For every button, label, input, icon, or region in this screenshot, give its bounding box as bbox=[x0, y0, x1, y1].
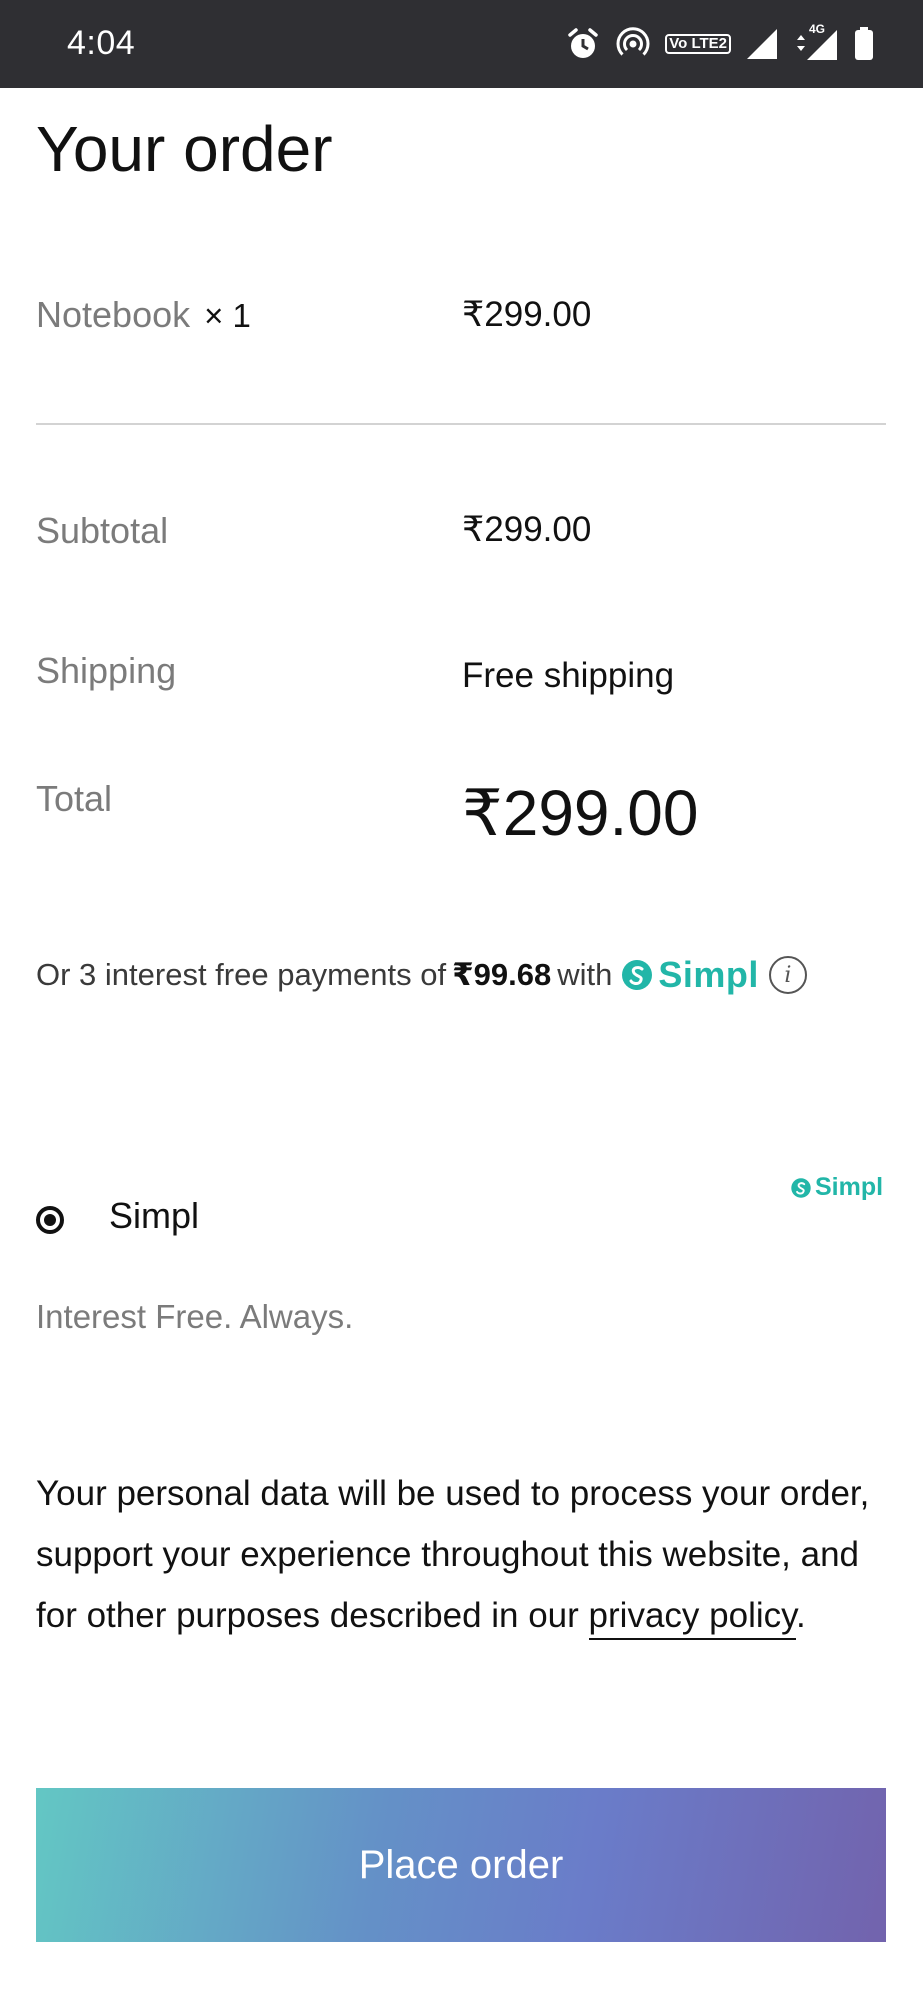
line-item: Notebook × 1 bbox=[36, 294, 251, 336]
page-title: Your order bbox=[36, 113, 333, 185]
signal-icon bbox=[745, 27, 779, 61]
shipping-label: Shipping bbox=[36, 650, 177, 691]
installment-suffix: with bbox=[557, 957, 613, 992]
subtotal-label: Subtotal bbox=[36, 510, 169, 551]
privacy-notice: Your personal data will be used to proce… bbox=[36, 1463, 886, 1646]
subtotal-value: ₹299.00 bbox=[462, 510, 592, 549]
payment-radio-simpl[interactable] bbox=[36, 1206, 64, 1234]
total-value: ₹299.00 bbox=[462, 777, 699, 849]
data-4g-icon: 4G bbox=[793, 22, 839, 62]
installment-offer: Or 3 interest free payments of ₹99.68 wi… bbox=[36, 954, 807, 996]
privacy-policy-link[interactable]: privacy policy bbox=[588, 1596, 797, 1640]
item-name: Notebook bbox=[36, 294, 191, 335]
privacy-period: . bbox=[796, 1596, 806, 1635]
simpl-mark-icon bbox=[791, 1177, 811, 1198]
payment-method-description: Interest Free. Always. bbox=[36, 1298, 354, 1335]
total-label: Total bbox=[36, 778, 113, 819]
item-price: ₹299.00 bbox=[462, 295, 592, 334]
place-order-button[interactable]: Place order bbox=[36, 1788, 886, 1942]
divider bbox=[36, 423, 886, 425]
network-type-label: 4G bbox=[809, 22, 826, 36]
installment-amount: ₹99.68 bbox=[452, 957, 552, 992]
volte-icon: Vo LTE2 bbox=[665, 34, 731, 54]
simpl-wordmark: Simpl bbox=[658, 954, 759, 995]
hotspot-icon bbox=[615, 26, 651, 62]
payment-method-label[interactable]: Simpl bbox=[109, 1195, 199, 1237]
simpl-payment-logo: Simpl bbox=[790, 1173, 883, 1202]
status-icons: Vo LTE2 4G bbox=[565, 22, 875, 66]
installment-prefix: Or 3 interest free payments of bbox=[36, 957, 447, 992]
simpl-wordmark: Simpl bbox=[815, 1173, 884, 1201]
checkout-order-summary: Your order Notebook × 1 ₹299.00 Subtotal … bbox=[0, 88, 923, 1999]
battery-icon bbox=[853, 26, 875, 62]
alarm-icon bbox=[565, 26, 601, 62]
shipping-value: Free shipping bbox=[462, 656, 675, 695]
simpl-logo: Simpl bbox=[620, 954, 759, 996]
info-icon[interactable]: i bbox=[768, 956, 807, 994]
radio-selected-dot bbox=[44, 1214, 56, 1226]
status-bar: 4:04 Vo LTE2 4G bbox=[0, 0, 923, 88]
simpl-mark-icon bbox=[622, 960, 653, 990]
item-quantity: × 1 bbox=[204, 297, 251, 334]
status-time: 4:04 bbox=[67, 24, 136, 62]
